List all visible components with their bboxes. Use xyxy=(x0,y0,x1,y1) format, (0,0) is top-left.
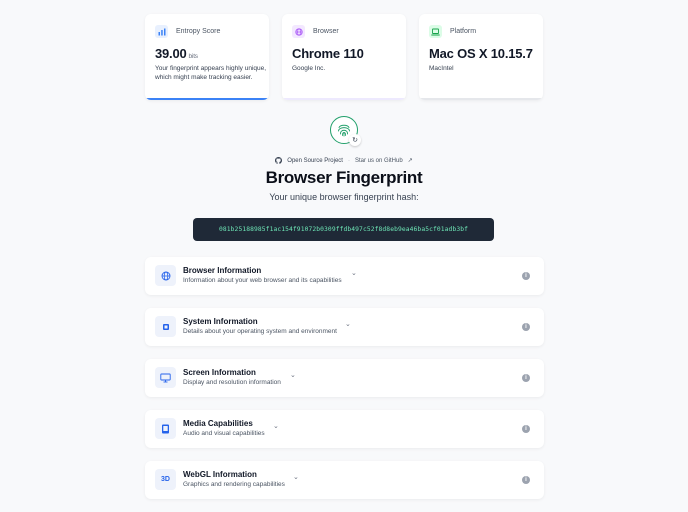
separator-dot: · xyxy=(347,157,350,164)
section-title: System Information xyxy=(183,317,258,326)
browser-accent-bar xyxy=(282,98,406,100)
chevron-down-icon[interactable]: ⌄ xyxy=(290,371,296,379)
monitor-icon xyxy=(155,367,176,388)
section-description: Graphics and rendering capabilities xyxy=(183,481,285,488)
external-link-icon: ↗ xyxy=(407,158,413,164)
section-description: Display and resolution information xyxy=(183,379,281,386)
refresh-button[interactable]: ↻ xyxy=(349,134,361,146)
platform-card: Platform Mac OS X 10.15.7 MacIntel xyxy=(419,14,543,100)
info-icon[interactable]: i xyxy=(522,476,530,484)
laptop-icon xyxy=(429,25,442,38)
entropy-score-value: 39.00 xyxy=(155,46,187,61)
platform-value: Mac OS X 10.15.7 xyxy=(429,46,533,61)
globe-icon xyxy=(155,265,176,286)
3d-icon: 3D xyxy=(155,469,176,490)
open-source-row: Open Source Project · Star us on GitHub … xyxy=(0,157,688,164)
fingerprint-logo: ↻ xyxy=(330,116,361,146)
section-description: Details about your operating system and … xyxy=(183,328,337,335)
webgl-information-section[interactable]: 3D WebGL Information Graphics and render… xyxy=(145,461,544,499)
browser-vendor: Google Inc. xyxy=(292,65,326,72)
platform-accent-bar xyxy=(419,98,543,100)
platform-sub: MacIntel xyxy=(429,65,454,72)
page-subtitle: Your unique browser fingerprint hash: xyxy=(269,192,419,202)
entropy-score-value-row: 39.00 bits xyxy=(155,46,259,61)
section-title: Media Capabilities xyxy=(183,419,253,428)
browser-information-section[interactable]: Browser Information Information about yo… xyxy=(145,257,544,295)
globe-icon xyxy=(292,25,305,38)
entropy-score-description: Your fingerprint appears highly unique, … xyxy=(155,65,267,81)
github-icon xyxy=(275,157,283,164)
cpu-icon xyxy=(155,316,176,337)
section-description: Audio and visual capabilities xyxy=(183,430,265,437)
info-icon[interactable]: i xyxy=(522,374,530,382)
section-title: Browser Information xyxy=(183,266,262,275)
entropy-score-label: Entropy Score xyxy=(176,28,221,35)
entropy-score-unit: bits xyxy=(188,53,199,60)
fingerprint-hash[interactable]: 081b25188985f1ac154f91072b0309ffdb497c52… xyxy=(193,218,494,241)
entropy-accent-bar xyxy=(145,98,269,100)
entropy-score-card: Entropy Score 39.00 bits Your fingerprint… xyxy=(145,14,269,100)
chevron-down-icon[interactable]: ⌄ xyxy=(345,320,351,328)
platform-label: Platform xyxy=(450,28,477,35)
system-information-section[interactable]: System Information Details about your op… xyxy=(145,308,544,346)
open-source-label: Open Source Project xyxy=(287,157,343,164)
page-title: Browser Fingerprint xyxy=(265,168,423,187)
github-star-link[interactable]: Star us on GitHub xyxy=(355,158,403,164)
screen-information-section[interactable]: Screen Information Display and resolutio… xyxy=(145,359,544,397)
browser-label: Browser xyxy=(313,28,339,35)
bar-chart-icon xyxy=(155,25,168,38)
section-title: Screen Information xyxy=(183,368,256,377)
browser-value: Chrome 110 xyxy=(292,46,364,61)
refresh-icon: ↻ xyxy=(352,137,358,144)
info-icon[interactable]: i xyxy=(522,272,530,280)
tablet-icon xyxy=(155,418,176,439)
chevron-down-icon[interactable]: ⌄ xyxy=(293,473,299,481)
chevron-down-icon[interactable]: ⌄ xyxy=(273,422,279,430)
info-icon[interactable]: i xyxy=(522,323,530,331)
chevron-down-icon[interactable]: ⌄ xyxy=(351,269,357,277)
section-title: WebGL Information xyxy=(183,470,257,479)
section-description: Information about your web browser and i… xyxy=(183,277,342,284)
info-icon[interactable]: i xyxy=(522,425,530,433)
browser-card: Browser Chrome 110 Google Inc. xyxy=(282,14,406,100)
media-capabilities-section[interactable]: Media Capabilities Audio and visual capa… xyxy=(145,410,544,448)
